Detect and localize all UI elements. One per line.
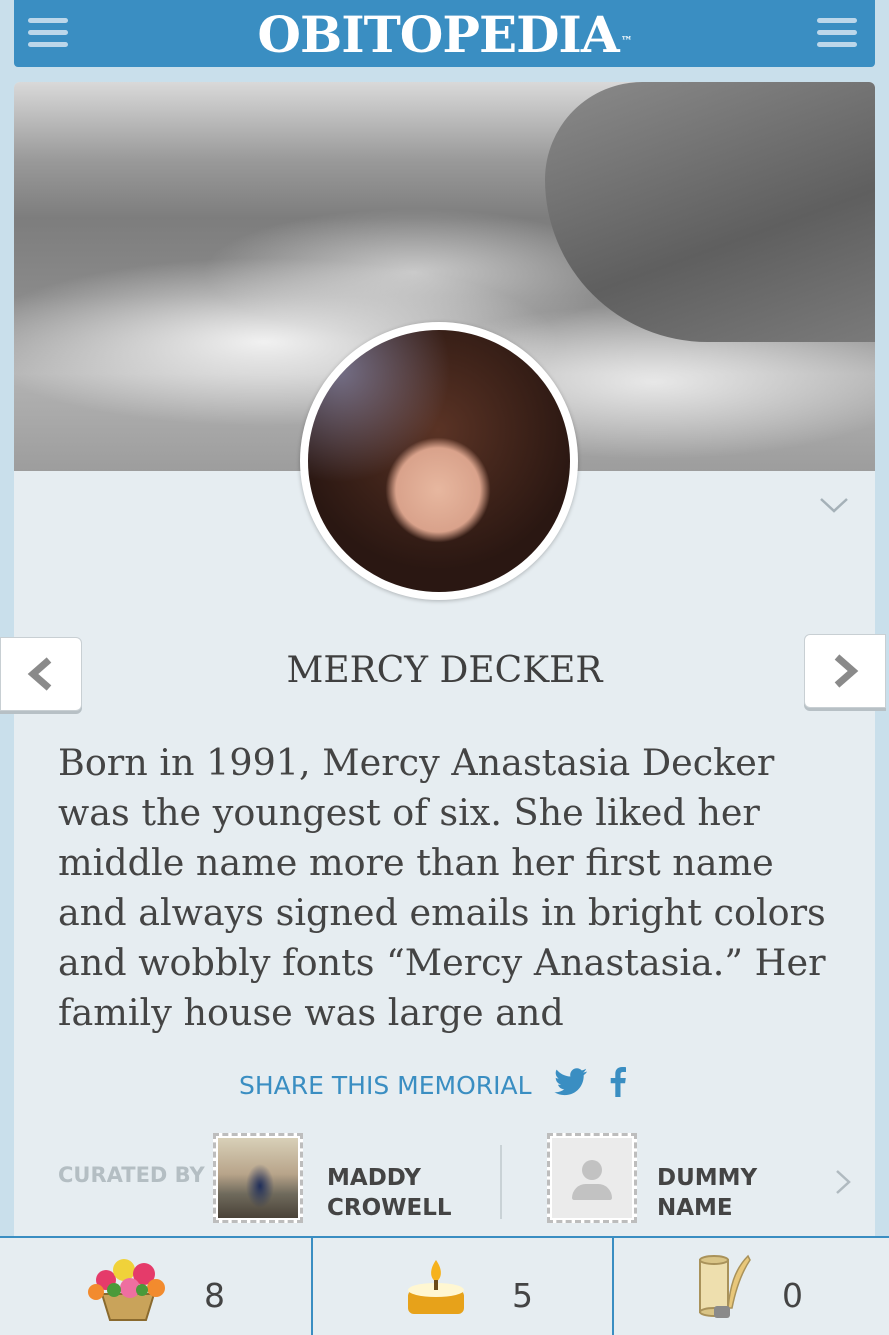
tribute-bar: 8 5 0 bbox=[0, 1236, 889, 1335]
curator-avatar[interactable] bbox=[213, 1133, 303, 1223]
curator-name[interactable]: MADDY CROWELL bbox=[327, 1163, 452, 1223]
menu-right-icon[interactable] bbox=[817, 18, 857, 50]
curator-first-name: DUMMY bbox=[657, 1165, 758, 1191]
logo-text: OBITOPEDIA bbox=[257, 5, 619, 64]
avatar-photo bbox=[308, 330, 570, 592]
memorial-name: MERCY DECKER bbox=[286, 650, 603, 691]
curator-last-name: NAME bbox=[657, 1195, 733, 1221]
curator-name[interactable]: DUMMY NAME bbox=[657, 1163, 757, 1223]
notes-count: 0 bbox=[782, 1276, 803, 1315]
scroll-icon bbox=[699, 1254, 751, 1318]
curator-avatar-placeholder[interactable] bbox=[547, 1133, 637, 1223]
twitter-icon[interactable] bbox=[553, 1068, 588, 1102]
candles-count: 5 bbox=[512, 1276, 533, 1315]
trademark: ™ bbox=[620, 34, 633, 48]
curator-divider bbox=[500, 1145, 502, 1219]
chevron-down-icon[interactable] bbox=[818, 495, 850, 515]
curated-by-label: CURATED BY bbox=[58, 1163, 205, 1187]
flowers-count: 8 bbox=[204, 1276, 225, 1315]
facebook-icon[interactable] bbox=[610, 1067, 626, 1103]
chevron-right-icon[interactable] bbox=[834, 1168, 852, 1196]
share-row: SHARE THIS MEMORIAL bbox=[239, 1066, 626, 1104]
curator-first-name: MADDY bbox=[327, 1165, 421, 1191]
candle-tribute-button[interactable]: 5 bbox=[313, 1238, 612, 1335]
note-tribute-button[interactable]: 0 bbox=[614, 1238, 889, 1335]
candle-icon bbox=[408, 1260, 464, 1314]
flowers-tribute-button[interactable]: 8 bbox=[0, 1238, 311, 1335]
share-label: SHARE THIS MEMORIAL bbox=[239, 1070, 532, 1100]
flowers-icon bbox=[88, 1259, 165, 1321]
user-silhouette-icon bbox=[552, 1138, 632, 1218]
avatar bbox=[300, 322, 578, 600]
logo[interactable]: OBITOPEDIA ™ bbox=[14, 6, 875, 64]
memorial-bio: Born in 1991, Mercy Anastasia Decker was… bbox=[58, 741, 826, 1034]
top-bar: OBITOPEDIA ™ bbox=[14, 0, 875, 67]
curator-last-name: CROWELL bbox=[327, 1195, 452, 1221]
